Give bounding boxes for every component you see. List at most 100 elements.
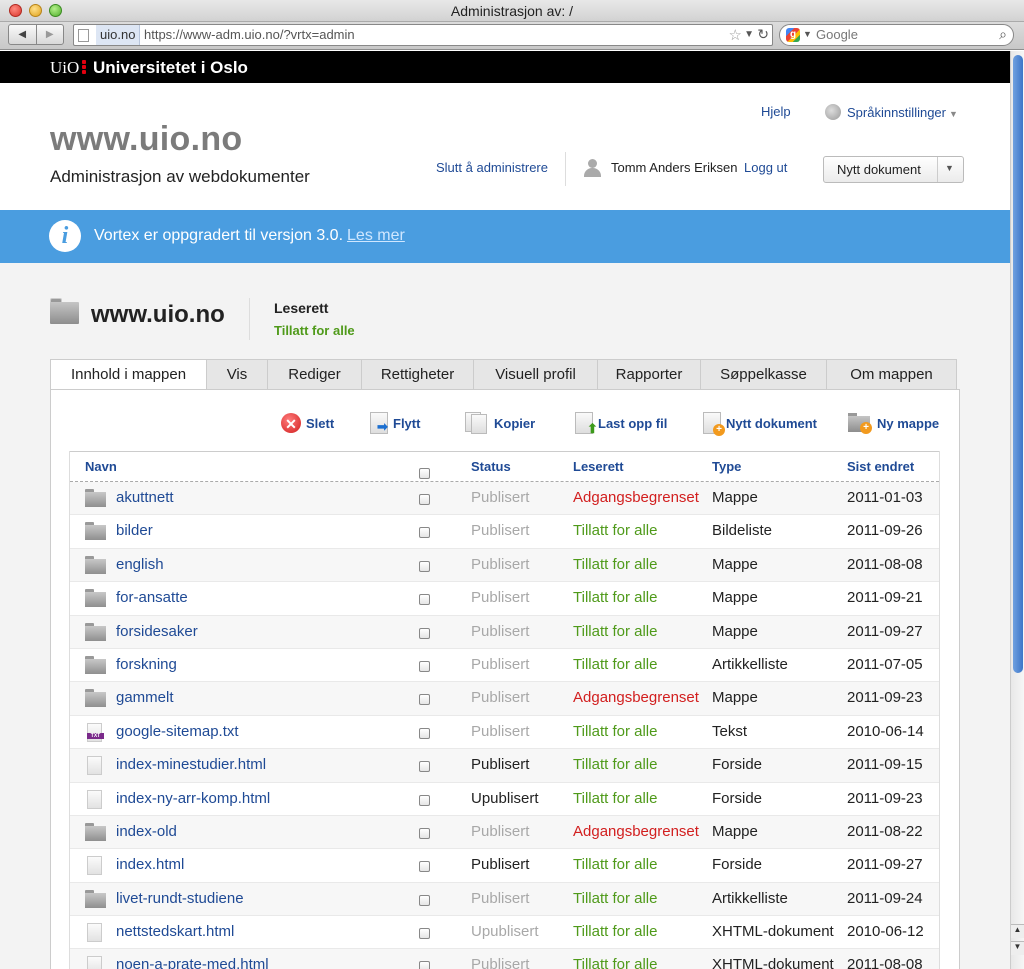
site-title[interactable]: www.uio.no xyxy=(50,120,243,159)
row-status: Publisert xyxy=(471,756,530,774)
tab-rediger[interactable]: Rediger xyxy=(268,359,362,390)
uio-logo[interactable]: UiO xyxy=(50,58,79,78)
table-row[interactable]: nettstedskart.html Upublisert Tillatt for … xyxy=(70,916,939,950)
row-checkbox[interactable] xyxy=(419,692,430,709)
back-icon[interactable]: ◀ xyxy=(9,25,36,44)
row-checkbox[interactable] xyxy=(419,859,430,876)
tab-vis[interactable]: Vis xyxy=(207,359,268,390)
table-row[interactable]: index.html Publisert Tillatt for alle Forsi… xyxy=(70,849,939,883)
table-row[interactable]: index-old Publisert Adgangsbegrenset Mappe 2… xyxy=(70,815,939,850)
reload-icon[interactable]: ↻ xyxy=(757,26,769,43)
new-folder-button[interactable]: + Ny mappe xyxy=(848,411,939,435)
row-checkbox[interactable] xyxy=(419,492,430,509)
move-button[interactable]: ➡ Flytt xyxy=(370,411,420,435)
row-checkbox[interactable] xyxy=(419,592,430,609)
url-text[interactable]: https://www-adm.uio.no/?vrtx=admin xyxy=(144,25,355,45)
row-name-link[interactable]: google-sitemap.txt xyxy=(116,723,239,740)
row-checkbox[interactable] xyxy=(419,525,430,542)
history-dropdown-icon[interactable]: ▼ xyxy=(744,29,754,40)
row-name-link[interactable]: nettstedskart.html xyxy=(116,923,234,940)
language-settings-menu[interactable]: Språkinnstillinger ▼ xyxy=(825,104,958,120)
column-header-modified[interactable]: Sist endret xyxy=(847,459,914,474)
row-checkbox[interactable] xyxy=(419,759,430,776)
row-checkbox[interactable] xyxy=(419,893,430,910)
table-row[interactable]: english Publisert Tillatt for alle Mappe 201… xyxy=(70,548,939,583)
row-name-link[interactable]: for-ansatte xyxy=(116,589,188,606)
new-document-button[interactable]: Nytt dokument ▼ xyxy=(823,156,964,183)
row-type: Artikkelliste xyxy=(712,889,788,907)
table-row[interactable]: for-ansatte Publisert Tillatt for alle Mapp… xyxy=(70,582,939,616)
new-document-action[interactable]: + Nytt dokument xyxy=(703,411,817,436)
tab-om-mappen[interactable]: Om mappen xyxy=(827,359,957,390)
row-name-link[interactable]: forskning xyxy=(116,656,177,673)
tab-visuell-profil[interactable]: Visuell profil xyxy=(474,359,598,390)
scroll-down-icon[interactable]: ▼ xyxy=(1011,941,1024,955)
column-header-status[interactable]: Status xyxy=(471,459,511,474)
row-checkbox[interactable] xyxy=(419,826,430,843)
tab-innhold[interactable]: Innhold i mappen xyxy=(50,359,207,390)
row-modified: 2011-01-03 xyxy=(847,489,923,506)
table-row[interactable]: akuttnett Publisert Adgangsbegrenset Mappe 2… xyxy=(70,482,939,516)
row-name-link[interactable]: index-old xyxy=(116,823,177,840)
scroll-up-icon[interactable]: ▲ xyxy=(1011,924,1024,938)
row-name-link[interactable]: forsidesaker xyxy=(116,623,198,640)
column-header-name[interactable]: Navn xyxy=(85,459,117,474)
table-row[interactable]: TXT google-sitemap.txt Publisert Tillatt fo… xyxy=(70,716,939,750)
row-name-link[interactable]: index-minestudier.html xyxy=(116,756,266,773)
row-name-link[interactable]: noen-a-prate-med.html xyxy=(116,956,269,969)
read-access-value[interactable]: Tillatt for alle xyxy=(274,323,355,338)
button-divider xyxy=(937,157,938,182)
tab-rapporter[interactable]: Rapporter xyxy=(598,359,701,390)
row-access: Tillatt for alle xyxy=(573,555,658,573)
table-row[interactable]: noen-a-prate-med.html Publisert Tillatt fo… xyxy=(70,949,939,969)
row-name-link[interactable]: index.html xyxy=(116,856,184,873)
row-name-link[interactable]: index-ny-arr-komp.html xyxy=(116,790,270,807)
row-modified: 2011-09-24 xyxy=(847,889,923,907)
row-name-link[interactable]: english xyxy=(116,556,164,573)
upload-file-button[interactable]: ⬆ Last opp fil xyxy=(575,411,667,436)
read-more-link[interactable]: Les mer xyxy=(347,227,405,244)
forward-icon[interactable]: ▶ xyxy=(35,25,64,44)
table-row[interactable]: forsidesaker Publisert Tillatt for alle Map… xyxy=(70,615,939,649)
stop-admin-link[interactable]: Slutt å administrere xyxy=(436,160,548,175)
search-input[interactable]: Google xyxy=(816,27,858,42)
row-checkbox[interactable] xyxy=(419,926,430,943)
row-checkbox[interactable] xyxy=(419,559,430,576)
row-name-link[interactable]: akuttnett xyxy=(116,489,174,506)
delete-icon: ✕ xyxy=(281,413,301,433)
university-name[interactable]: Universitetet i Oslo xyxy=(93,58,248,78)
search-icon[interactable]: ⌕ xyxy=(999,26,1007,43)
row-checkbox[interactable] xyxy=(419,626,430,643)
row-name-link[interactable]: gammelt xyxy=(116,689,174,706)
google-icon[interactable]: g xyxy=(786,28,800,42)
table-row[interactable]: forskning Publisert Tillatt for alle Artikk… xyxy=(70,649,939,683)
chevron-down-icon[interactable]: ▼ xyxy=(945,163,954,173)
search-bar[interactable]: g ▼ Google ⌕ xyxy=(779,24,1014,46)
row-checkbox[interactable] xyxy=(419,726,430,743)
page-icon xyxy=(78,29,89,42)
delete-button[interactable]: ✕ Slett xyxy=(281,411,334,435)
column-header-access[interactable]: Leserett xyxy=(573,459,624,474)
copy-button[interactable]: Kopier xyxy=(465,411,535,435)
row-name-link[interactable]: bilder xyxy=(116,522,153,539)
tab-soppelkasse[interactable]: Søppelkasse xyxy=(701,359,827,390)
row-modified: 2011-09-27 xyxy=(847,856,923,874)
scrollbar-thumb[interactable] xyxy=(1013,55,1023,673)
table-row[interactable]: gammelt Publisert Adgangsbegrenset Mappe 201… xyxy=(70,682,939,716)
row-name-link[interactable]: livet-rundt-studiene xyxy=(116,890,244,907)
logout-link[interactable]: Logg ut xyxy=(744,160,787,175)
table-row[interactable]: livet-rundt-studiene Publisert Tillatt for… xyxy=(70,882,939,917)
row-checkbox[interactable] xyxy=(419,959,430,969)
column-header-type[interactable]: Type xyxy=(712,459,741,474)
vertical-scrollbar[interactable]: ▲ ▼ xyxy=(1010,51,1024,969)
address-bar[interactable]: uio.no https://www-adm.uio.no/?vrtx=admi… xyxy=(73,24,773,46)
row-checkbox[interactable] xyxy=(419,793,430,810)
search-engine-dropdown-icon[interactable]: ▼ xyxy=(803,29,812,39)
row-checkbox[interactable] xyxy=(419,659,430,676)
help-link[interactable]: Hjelp xyxy=(761,104,791,119)
bookmark-star-icon[interactable]: ☆ xyxy=(729,26,742,44)
table-row[interactable]: index-minestudier.html Publisert Tillatt f… xyxy=(70,749,939,783)
table-row[interactable]: index-ny-arr-komp.html Upublisert Tillatt … xyxy=(70,783,939,816)
tab-rettigheter[interactable]: Rettigheter xyxy=(362,359,474,390)
table-row[interactable]: bilder Publisert Tillatt for alle Bildelist… xyxy=(70,515,939,549)
